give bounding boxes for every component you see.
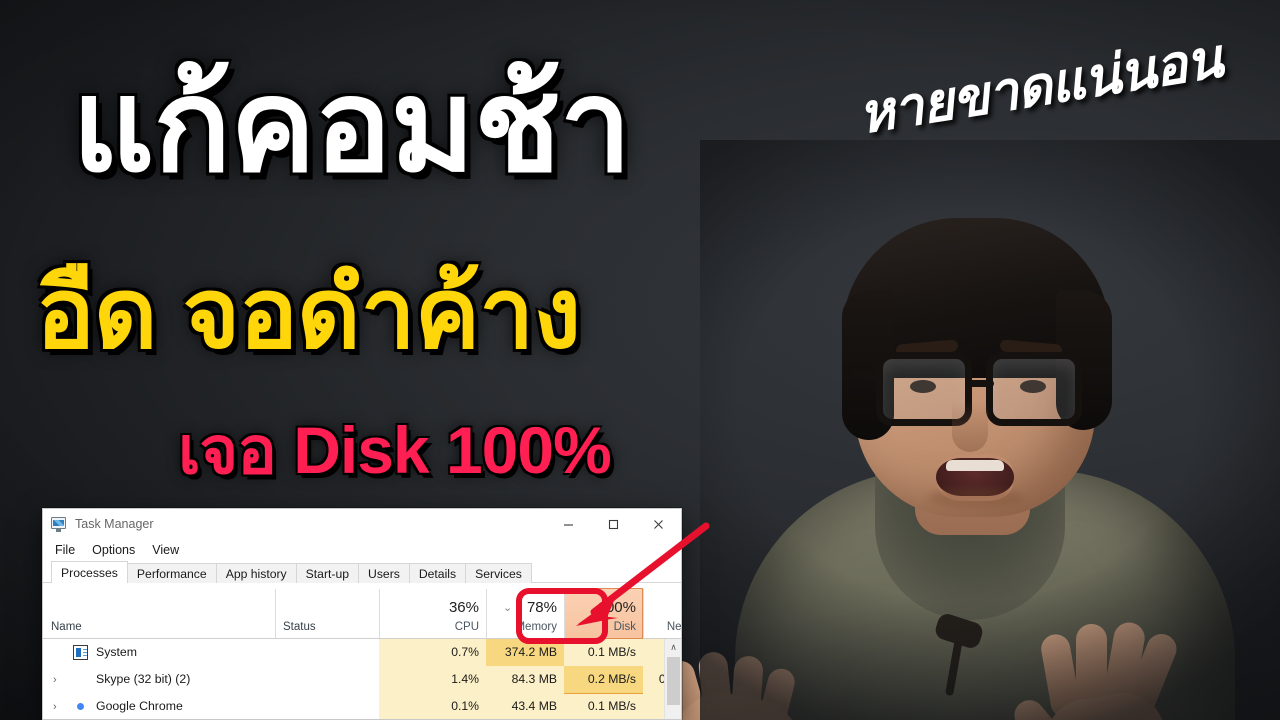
task-manager-icon [50,516,67,532]
headline-line-1: แก้คอมช้า [72,55,632,198]
process-name: System [96,645,137,659]
cell-memory: 374.2 MB [504,645,557,659]
process-list[interactable]: System 0.7% 374.2 MB 0.1 MB/s 0 Mbps › S… [43,639,681,719]
menu-item-view[interactable]: View [152,543,179,557]
cell-memory: 84.3 MB [511,672,557,686]
tab-services[interactable]: Services [465,563,532,583]
headline-line-3: เจอ Disk 100% [178,413,612,487]
column-label-status: Status [283,621,316,633]
cell-disk: 0.1 MB/s [587,645,636,659]
tab-performance[interactable]: Performance [126,563,217,583]
column-header-name[interactable]: Name [43,583,275,639]
cell-disk: 0.2 MB/s [587,672,636,686]
cell-cpu: 0.1% [451,699,479,713]
tab-start-up[interactable]: Start-up [295,563,360,583]
menu-item-file[interactable]: File [55,543,75,557]
window-title: Task Manager [75,517,154,531]
tab-app-history[interactable]: App history [215,563,297,583]
column-label-name: Name [51,621,82,633]
tab-details[interactable]: Details [408,563,467,583]
expand-chevron-icon[interactable]: › [53,674,57,686]
expand-chevron-icon[interactable]: › [53,701,57,713]
process-name: Skype (32 bit) (2) [96,672,191,686]
menu-item-options[interactable]: Options [92,543,135,557]
column-label-cpu: CPU [454,621,479,633]
tab-processes[interactable]: Processes [51,561,128,584]
process-name: Google Chrome [96,699,183,713]
sort-descending-icon: ⌄ [503,602,513,614]
column-header-cpu[interactable]: 36% CPU [379,583,486,639]
cpu-usage-value: 36% [448,599,479,616]
scroll-up-button[interactable]: ∧ [665,639,681,656]
cell-memory: 43.4 MB [511,699,557,713]
cell-cpu: 0.7% [451,645,479,659]
table-row[interactable]: › Google Chrome 0.1% 43.4 MB 0.1 MB/s 0 … [43,693,681,719]
vertical-scrollbar[interactable]: ∧ [664,639,681,719]
cell-cpu: 1.4% [451,672,479,686]
scrollbar-thumb[interactable] [667,657,680,705]
cell-disk: 0.1 MB/s [587,699,636,713]
tab-users[interactable]: Users [358,563,410,583]
headline-line-2: อืด จอดำค้าง [36,258,581,368]
column-header-status[interactable]: Status [275,583,379,639]
system-icon [73,645,88,660]
red-arrow-annotation [576,522,710,626]
table-row[interactable]: › Skype (32 bit) (2) 1.4% 84.3 MB 0.2 MB… [43,666,681,693]
